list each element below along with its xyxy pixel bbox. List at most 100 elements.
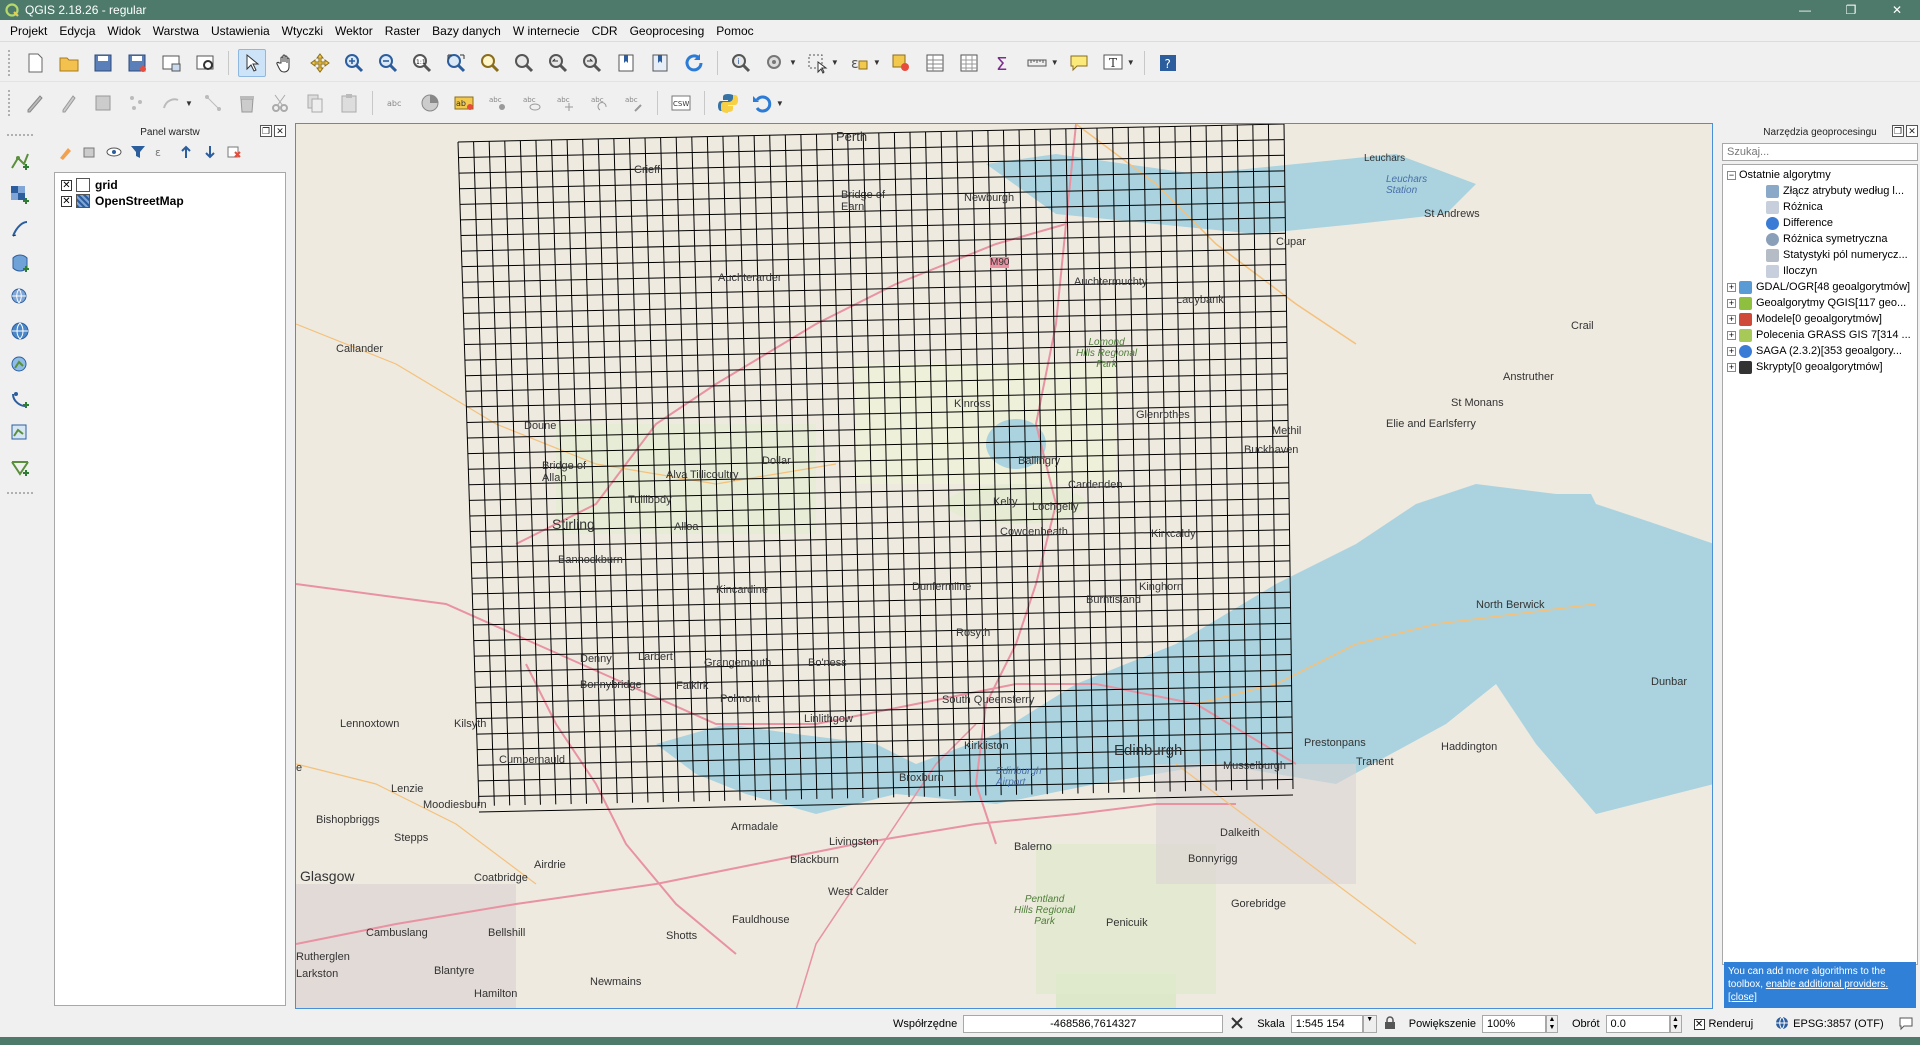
close-notice-link[interactable]: [close] <box>1728 992 1757 1003</box>
menu-geoprocesing[interactable]: Geoprocesing <box>624 24 711 38</box>
copy-features-icon[interactable] <box>301 89 329 117</box>
chevron-down-icon[interactable]: ▼ <box>789 58 797 67</box>
collapse-icon[interactable]: − <box>1727 170 1736 180</box>
lock-scale-icon[interactable] <box>1383 1015 1397 1033</box>
delete-selected-icon[interactable] <box>233 89 261 117</box>
float-panel-button[interactable]: ❐ <box>260 125 272 137</box>
expand-icon[interactable]: + <box>1727 346 1736 356</box>
layer-labeling-icon[interactable]: ab <box>450 89 478 117</box>
menu-cdr[interactable]: CDR <box>586 24 624 38</box>
chevron-down-icon[interactable]: ▼ <box>831 58 839 67</box>
show-hide-labels-icon[interactable]: abc <box>518 89 546 117</box>
expand-icon[interactable]: + <box>1727 362 1736 372</box>
render-checkbox[interactable]: ✕ <box>1693 1018 1705 1030</box>
add-wcs-layer-icon[interactable] <box>6 317 34 345</box>
layer-visibility-checkbox[interactable]: ✕ <box>61 195 72 207</box>
chevron-down-icon[interactable]: ▼ <box>1127 58 1135 67</box>
layer-item-grid[interactable]: ✕ grid <box>61 177 279 193</box>
algorithm-item[interactable]: Złącz atrybuty według l... <box>1723 183 1917 199</box>
new-spatialite-layer-icon[interactable] <box>6 453 34 481</box>
pan-to-selection-icon[interactable] <box>306 49 334 77</box>
menu-raster[interactable]: Raster <box>379 24 426 38</box>
cut-features-icon[interactable] <box>267 89 295 117</box>
zoom-to-layer-icon[interactable] <box>510 49 538 77</box>
menu-widok[interactable]: Widok <box>101 24 146 38</box>
add-vector-layer-icon[interactable] <box>6 147 34 175</box>
expand-icon[interactable]: + <box>1727 330 1736 340</box>
chevron-down-icon[interactable]: ▼ <box>1362 1015 1377 1033</box>
tree-group-models[interactable]: + Modele[0 geoalgorytmów] <box>1723 311 1917 327</box>
pan-map-icon[interactable] <box>272 49 300 77</box>
algorithm-item[interactable]: Statystyki pól numerycz... <box>1723 247 1917 263</box>
layer-item-openstreetmap[interactable]: ✕ OpenStreetMap <box>61 193 279 209</box>
new-shapefile-icon[interactable] <box>6 419 34 447</box>
tree-group-gdal[interactable]: + GDAL/OGR[48 geoalgorytmów] <box>1723 279 1917 295</box>
tree-group-scripts[interactable]: + Skrypty[0 geoalgorytmów] <box>1723 359 1917 375</box>
menu-w-internecie[interactable]: W internecie <box>507 24 586 38</box>
scale-combobox[interactable]: 1:545 154 <box>1290 1015 1363 1033</box>
zoom-out-icon[interactable] <box>374 49 402 77</box>
chevron-down-icon[interactable]: ▼ <box>1051 58 1059 67</box>
label-tool-icon[interactable]: abc <box>382 89 410 117</box>
menu-edycja[interactable]: Edycja <box>53 24 101 38</box>
pin-labels-icon[interactable]: abc <box>484 89 512 117</box>
expand-icon[interactable]: + <box>1727 314 1736 324</box>
add-wms-layer-icon[interactable] <box>6 283 34 311</box>
menu-wektor[interactable]: Wektor <box>329 24 379 38</box>
identify-features-icon[interactable]: i <box>727 49 755 77</box>
expand-all-icon[interactable] <box>178 144 194 160</box>
move-feature-icon[interactable] <box>157 89 185 117</box>
algorithm-item[interactable]: Różnica symetryczna <box>1723 231 1917 247</box>
filter-expression-icon[interactable]: ε <box>154 144 170 160</box>
close-panel-button[interactable]: ✕ <box>274 125 286 137</box>
help-icon[interactable]: ? <box>1154 49 1182 77</box>
save-project-icon[interactable] <box>89 49 117 77</box>
menu-projekt[interactable]: Projekt <box>4 24 53 38</box>
extents-toggle-icon[interactable] <box>1229 1015 1249 1034</box>
map-canvas[interactable]: Perth Crieff Bridge of Earn Newburgh Leu… <box>295 123 1713 1009</box>
menu-ustawienia[interactable]: Ustawienia <box>205 24 276 38</box>
add-spatialite-icon[interactable] <box>6 249 34 277</box>
close-panel-button[interactable]: ✕ <box>1906 125 1918 137</box>
zoom-last-icon[interactable] <box>544 49 572 77</box>
magnifier-spinner[interactable]: ▲ ▼ <box>1546 1015 1558 1033</box>
node-tool-icon[interactable] <box>199 89 227 117</box>
rotate-label-icon[interactable]: abc <box>586 89 614 117</box>
tree-group-qgis[interactable]: + Geoalgorytmy QGIS[117 geo... <box>1723 295 1917 311</box>
chevron-down-icon[interactable]: ▼ <box>185 99 193 108</box>
toolbar-grip[interactable] <box>7 492 33 496</box>
float-panel-button[interactable]: ❐ <box>1892 125 1904 137</box>
add-feature-icon[interactable] <box>123 89 151 117</box>
layer-style-icon[interactable] <box>58 144 74 160</box>
chevron-down-icon[interactable]: ▼ <box>873 58 881 67</box>
messages-icon[interactable] <box>1898 1015 1914 1034</box>
menu-warstwa[interactable]: Warstwa <box>147 24 205 38</box>
diagram-options-icon[interactable] <box>416 89 444 117</box>
select-by-value-icon[interactable]: ε <box>845 49 873 77</box>
rotation-spinner[interactable]: ▲ ▼ <box>1669 1015 1682 1033</box>
globe-crs-icon[interactable] <box>1775 1016 1789 1033</box>
open-project-icon[interactable] <box>55 49 83 77</box>
coordinate-field[interactable]: -468586,7614327 <box>963 1015 1224 1033</box>
enable-providers-link[interactable]: enable additional providers. <box>1766 979 1888 990</box>
new-bookmark-icon[interactable] <box>612 49 640 77</box>
add-raster-layer-icon[interactable] <box>6 181 34 209</box>
toolbar-grip[interactable] <box>8 90 12 116</box>
zoom-native-icon[interactable]: 1:1 <box>408 49 436 77</box>
remove-layer-icon[interactable] <box>226 144 242 160</box>
move-label-icon[interactable]: abc <box>552 89 580 117</box>
add-wfs-layer-icon[interactable] <box>6 351 34 379</box>
refresh-icon[interactable] <box>680 49 708 77</box>
select-features-icon[interactable] <box>803 49 831 77</box>
current-edits-icon[interactable] <box>21 89 49 117</box>
add-virtual-layer-icon[interactable] <box>6 385 34 413</box>
toggle-editing-icon[interactable] <box>55 89 83 117</box>
zoom-full-icon[interactable] <box>442 49 470 77</box>
manage-visibility-icon[interactable] <box>106 144 122 160</box>
python-console-icon[interactable] <box>714 89 742 117</box>
statistics-sigma-icon[interactable]: Σ <box>989 49 1017 77</box>
close-button[interactable]: ✕ <box>1874 0 1920 20</box>
show-bookmarks-icon[interactable] <box>646 49 674 77</box>
toolbar-grip[interactable] <box>7 134 33 138</box>
collapse-all-icon[interactable] <box>202 144 218 160</box>
